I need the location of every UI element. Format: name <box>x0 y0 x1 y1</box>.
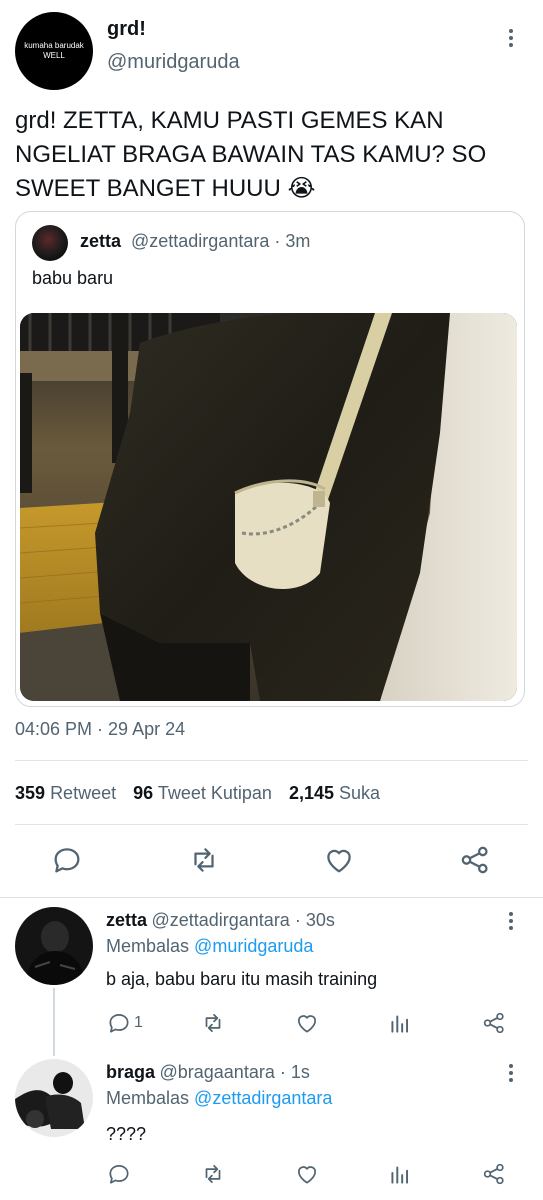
retweet-icon[interactable] <box>200 1010 226 1036</box>
reply-icon[interactable] <box>106 1161 132 1187</box>
share-icon[interactable] <box>481 1161 507 1187</box>
like-icon[interactable] <box>294 1161 320 1187</box>
reply-header: zetta @zettadirgantara · 30s <box>106 910 335 931</box>
retweet-icon[interactable] <box>200 1161 226 1187</box>
divider <box>15 824 528 825</box>
quoted-tweet-text: babu baru <box>32 268 114 288</box>
analytics-icon[interactable] <box>387 1010 413 1036</box>
avatar-text: kumaha barudak <box>24 41 84 50</box>
reply-author-name[interactable]: braga <box>106 1062 155 1082</box>
divider <box>0 897 543 898</box>
quoted-author-avatar <box>32 225 68 261</box>
retweet-count[interactable]: 359 <box>15 783 45 803</box>
replying-to: Membalas @muridgaruda <box>106 936 313 957</box>
like-icon[interactable] <box>322 843 356 877</box>
reply-icon[interactable] <box>50 843 84 877</box>
more-options-icon[interactable] <box>501 1061 521 1085</box>
reply-text: ???? <box>106 1124 147 1144</box>
reply-author-name[interactable]: zetta <box>106 910 147 930</box>
avatar-text: WELL <box>43 51 65 60</box>
replying-prefix: Membalas <box>106 1088 190 1108</box>
replying-to: Membalas @zettadirgantara <box>106 1088 332 1109</box>
replying-prefix: Membalas <box>106 936 190 956</box>
reply-count: 1 <box>134 1014 143 1031</box>
quoted-tweet-photo[interactable] <box>20 313 517 701</box>
retweet-label[interactable]: Retweet <box>50 783 116 803</box>
like-label[interactable]: Suka <box>339 783 380 803</box>
thread-line <box>53 988 55 1056</box>
reply-avatar[interactable] <box>15 907 93 985</box>
replying-to-link[interactable]: @muridgaruda <box>194 936 313 956</box>
divider <box>15 760 528 761</box>
reply-author-handle[interactable]: @zettadirgantara · 30s <box>151 910 334 930</box>
reply-author-handle[interactable]: @bragaantara · 1s <box>159 1062 309 1082</box>
author-display-name[interactable]: grd! <box>107 18 146 41</box>
share-icon[interactable] <box>458 843 492 877</box>
reply-avatar[interactable] <box>15 1059 93 1137</box>
quote-label[interactable]: Tweet Kutipan <box>158 783 272 803</box>
tweet-text: grd! ZETTA, KAMU PASTI GEMES KAN NGELIAT… <box>15 107 487 202</box>
quoted-author-name: zetta <box>80 231 122 251</box>
author-handle[interactable]: @muridgaruda <box>107 51 240 74</box>
reply-icon[interactable] <box>106 1010 132 1036</box>
reply-header: braga @bragaantara · 1s <box>106 1062 310 1083</box>
author-avatar[interactable]: kumaha barudak WELL <box>15 12 93 90</box>
more-options-icon[interactable] <box>501 909 521 933</box>
like-count[interactable]: 2,145 <box>289 783 334 803</box>
share-icon[interactable] <box>481 1010 507 1036</box>
more-options-icon[interactable] <box>501 26 521 50</box>
analytics-icon[interactable] <box>387 1161 413 1187</box>
like-icon[interactable] <box>294 1010 320 1036</box>
reply-text: b aja, babu baru itu masih training <box>106 969 378 989</box>
replying-to-link[interactable]: @zettadirgantara <box>194 1088 332 1108</box>
tweet-timestamp[interactable]: 04:06 PM · 29 Apr 24 <box>15 719 185 740</box>
engagement-stats: 359 Retweet 96 Tweet Kutipan 2,145 Suka <box>15 783 392 804</box>
quoted-author-handle: @zettadirgantara · 3m <box>131 231 311 251</box>
quote-count[interactable]: 96 <box>133 783 153 803</box>
retweet-icon[interactable] <box>187 843 221 877</box>
